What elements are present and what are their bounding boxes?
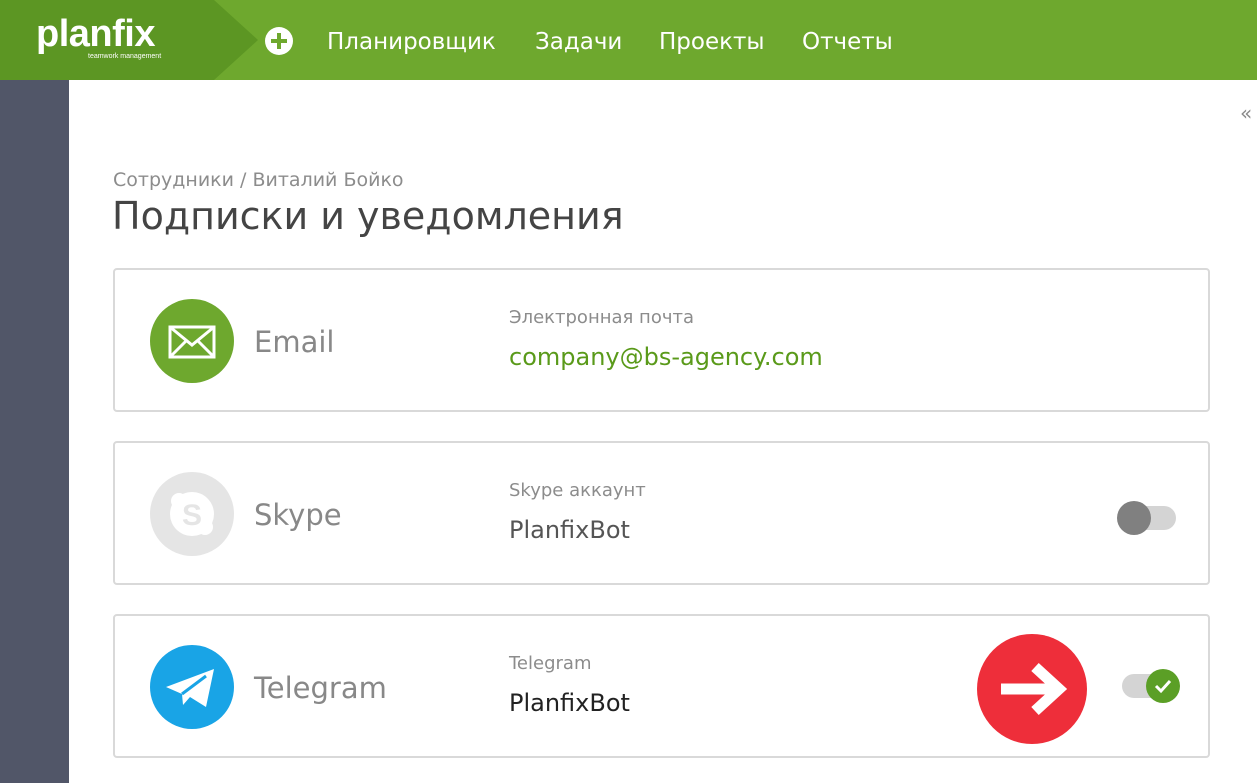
channel-name: Email: [254, 325, 335, 359]
channel-card-telegram: Telegram Telegram PlanfixBot: [113, 614, 1210, 758]
channel-name: Skype: [254, 498, 342, 532]
arrow-right-icon: [977, 634, 1087, 744]
skype-account-value: PlanfixBot: [509, 516, 630, 544]
field-label: Электронная почта: [509, 307, 694, 328]
top-navigation-bar: planfix teamwork management Планировщик …: [0, 0, 1257, 80]
field-label: Skype аккаунт: [509, 480, 646, 501]
logo-arrow-shape: [214, 0, 258, 80]
planfix-logo[interactable]: planfix: [36, 14, 155, 54]
channel-name: Telegram: [254, 671, 387, 705]
nav-item-tasks[interactable]: Задачи: [535, 28, 622, 56]
skype-toggle[interactable]: [1117, 501, 1176, 535]
double-chevron-left-icon[interactable]: «: [1240, 103, 1252, 123]
telegram-icon: [150, 645, 234, 729]
channel-card-email: Email Электронная почта company@bs-agenc…: [113, 268, 1210, 412]
nav-item-projects[interactable]: Проекты: [659, 28, 765, 56]
nav-item-scheduler[interactable]: Планировщик: [327, 28, 496, 56]
telegram-toggle[interactable]: [1122, 669, 1180, 703]
nav-item-reports[interactable]: Отчеты: [802, 28, 893, 56]
toggle-knob: [1117, 501, 1151, 535]
field-label: Telegram: [509, 653, 592, 674]
email-value[interactable]: company@bs-agency.com: [509, 342, 823, 372]
left-sidebar: [0, 80, 69, 783]
svg-text:S: S: [182, 499, 202, 532]
breadcrumb[interactable]: Сотрудники / Виталий Бойко: [113, 168, 404, 192]
telegram-account-value: PlanfixBot: [509, 689, 630, 717]
check-icon: [1146, 669, 1180, 703]
skype-icon: S: [150, 472, 234, 556]
plus-circle-icon[interactable]: [265, 27, 293, 55]
page-title: Подписки и уведомления: [112, 194, 624, 238]
envelope-icon: [150, 299, 234, 383]
channel-card-skype: S Skype Skype аккаунт PlanfixBot: [113, 441, 1210, 585]
logo-tagline: teamwork management: [88, 53, 162, 60]
